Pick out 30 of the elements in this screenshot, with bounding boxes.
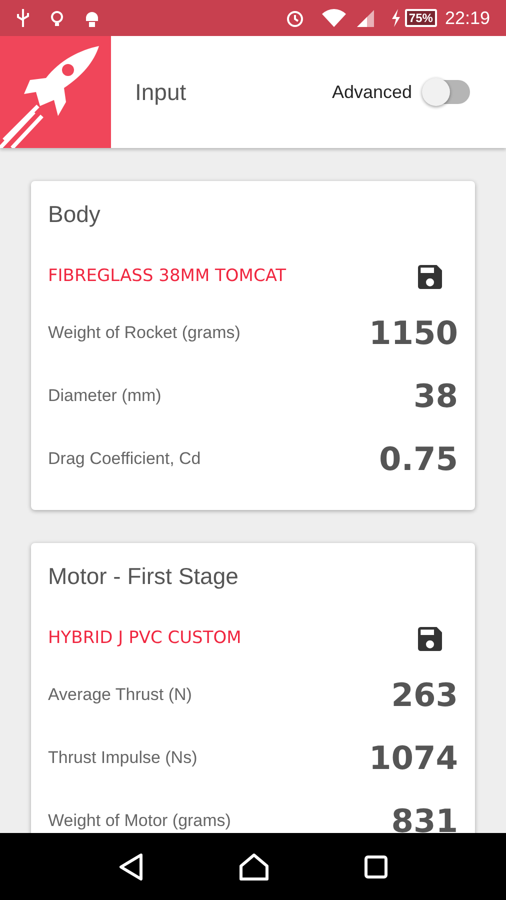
field-value[interactable]: 1150 [368, 308, 458, 356]
battery-indicator: 75% [404, 9, 437, 27]
field-value[interactable]: 38 [413, 372, 458, 420]
preset-name[interactable]: HYBRID J PVC CUSTOM [48, 626, 242, 652]
back-icon[interactable] [118, 852, 144, 880]
screen-title: Input [135, 78, 186, 107]
field-label: Diameter (mm) [48, 384, 162, 407]
preset-name[interactable]: FIBREGLASS 38MM TOMCAT [48, 264, 286, 290]
home-icon[interactable] [238, 852, 269, 880]
field-label: Thrust Impulse (Ns) [48, 746, 198, 769]
usb-icon [16, 9, 30, 27]
field-label: Drag Coefficient, Cd [48, 448, 201, 470]
field-label: Weight of Motor (grams) [48, 810, 231, 832]
field-value[interactable]: 1074 [368, 734, 458, 782]
field-value[interactable]: 831 [391, 796, 458, 833]
advanced-toggle[interactable] [424, 80, 470, 104]
clock-time: 22:19 [444, 6, 490, 30]
field-label: Average Thrust (N) [48, 684, 192, 706]
alarm-icon [284, 8, 305, 28]
charging-icon [390, 9, 401, 27]
card-title: Body [48, 200, 102, 229]
signal-icon [354, 8, 375, 28]
field-value[interactable]: 263 [391, 670, 458, 718]
lightbulb-icon [50, 9, 64, 27]
card-title: Motor - First Stage [48, 562, 240, 591]
field-value[interactable]: 0.75 [379, 434, 458, 482]
recents-icon[interactable] [364, 854, 388, 878]
field-label: Weight of Rocket (grams) [48, 322, 240, 344]
advanced-label: Advanced [332, 80, 412, 104]
wifi-icon [320, 8, 347, 28]
